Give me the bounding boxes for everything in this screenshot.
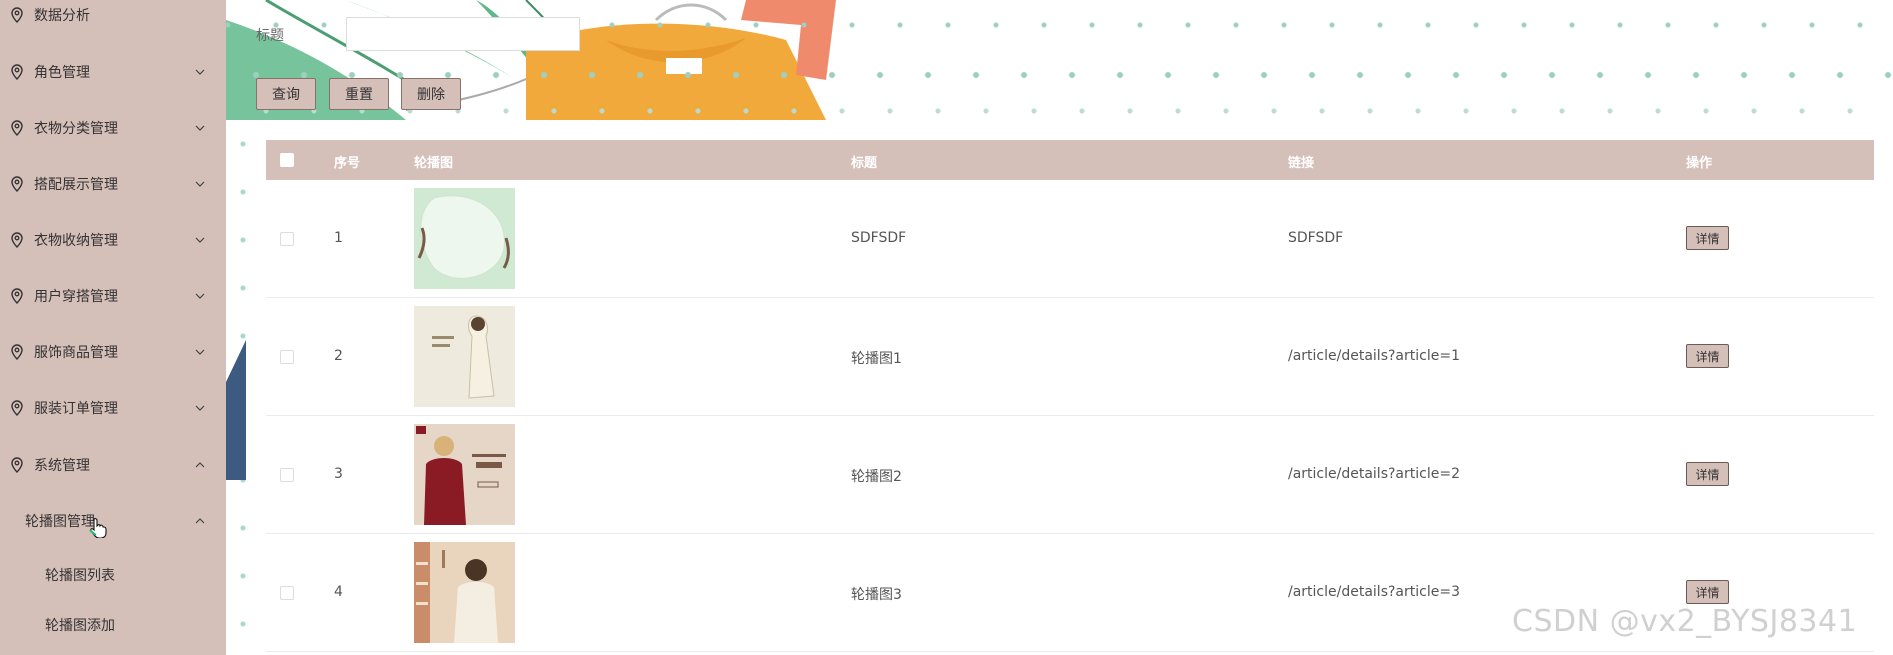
menu-item-label: 系统管理	[34, 458, 90, 474]
row-title: SDFSDF	[851, 230, 907, 246]
chevron-down-icon	[195, 293, 205, 299]
column-header-actions: 操作	[1686, 156, 1713, 171]
table-row: 2 轮播图1 /article/details?article=1 详情	[266, 298, 1874, 416]
delete-button[interactable]: 删除	[401, 78, 461, 110]
row-checkbox[interactable]	[280, 468, 294, 482]
decorative-denim	[226, 340, 246, 480]
chevron-down-icon	[195, 349, 205, 355]
chevron-down-icon	[195, 181, 205, 187]
subitem-label: 轮播图列表	[45, 568, 115, 584]
chevron-down-icon	[195, 69, 205, 75]
location-pin-icon	[11, 64, 23, 80]
column-header-index: 序号	[334, 156, 361, 171]
location-pin-icon	[11, 232, 23, 248]
row-link: /article/details?article=3	[1288, 584, 1460, 600]
row-link: /article/details?article=2	[1288, 466, 1460, 482]
chevron-down-icon	[195, 125, 205, 131]
menu-item-label: 数据分析	[34, 8, 90, 24]
detail-button[interactable]: 详情	[1686, 344, 1729, 368]
menu-item-label: 角色管理	[34, 65, 90, 81]
menu-item-data-analysis[interactable]: 数据分析	[0, 0, 226, 35]
menu-item-role-management[interactable]: 角色管理	[0, 52, 226, 92]
select-all-checkbox[interactable]	[280, 153, 294, 167]
row-checkbox[interactable]	[280, 586, 294, 600]
table-header: 序号 轮播图 标题 链接 操作	[266, 140, 1874, 180]
carousel-table: 序号 轮播图 标题 链接 操作 1 SDFSDF SDFSDF 详情 2 轮播图…	[266, 140, 1874, 652]
watermark: CSDN @vx2_BYSJ8341	[1512, 604, 1858, 639]
menu-item-clothing-storage[interactable]: 衣物收纳管理	[0, 220, 226, 260]
detail-button[interactable]: 详情	[1686, 226, 1729, 250]
location-pin-icon	[11, 120, 23, 136]
chevron-down-icon	[195, 405, 205, 411]
sidebar: 数据分析 角色管理 衣物分类管理 搭配展示管理 衣物收纳管理 用户穿搭管理 服饰…	[0, 0, 226, 655]
menu-item-label: 用户穿搭管理	[34, 289, 118, 305]
query-button[interactable]: 查询	[256, 78, 316, 110]
menu-item-label: 搭配展示管理	[34, 177, 118, 193]
pattern-dots	[226, 68, 1893, 82]
row-index: 1	[334, 230, 343, 246]
subitem-carousel-add[interactable]: 轮播图添加	[0, 605, 226, 645]
menu-item-clothing-category[interactable]: 衣物分类管理	[0, 108, 226, 148]
menu-item-outfit-display[interactable]: 搭配展示管理	[0, 164, 226, 204]
search-title-label: 标题	[256, 28, 284, 44]
row-index: 3	[334, 466, 343, 482]
row-link: SDFSDF	[1288, 230, 1344, 246]
row-index: 2	[334, 348, 343, 364]
menu-item-label: 衣物分类管理	[34, 121, 118, 137]
menu-item-user-outfits[interactable]: 用户穿搭管理	[0, 276, 226, 316]
detail-button[interactable]: 详情	[1686, 462, 1729, 486]
chevron-down-icon	[195, 237, 205, 243]
row-title: 轮播图1	[851, 351, 902, 367]
menu-item-label: 服装订单管理	[34, 401, 118, 417]
carousel-thumbnail	[414, 188, 515, 289]
subitem-carousel-list[interactable]: 轮播图列表	[0, 555, 226, 595]
menu-item-label: 服饰商品管理	[34, 345, 118, 361]
location-pin-icon	[11, 400, 23, 416]
column-header-image: 轮播图	[414, 156, 454, 171]
location-pin-icon	[11, 344, 23, 360]
menu-item-clothing-orders[interactable]: 服装订单管理	[0, 388, 226, 428]
table-row: 3 轮播图2 /article/details?article=2 详情	[266, 416, 1874, 534]
subitem-label: 轮播图添加	[45, 618, 115, 634]
carousel-thumbnail	[414, 424, 515, 525]
menu-item-apparel-products[interactable]: 服饰商品管理	[0, 332, 226, 372]
submenu-carousel-management[interactable]: 轮播图管理	[0, 501, 226, 541]
chevron-up-icon	[195, 462, 205, 468]
detail-button[interactable]: 详情	[1686, 580, 1729, 604]
row-title: 轮播图2	[851, 469, 902, 485]
location-pin-icon	[11, 457, 23, 473]
reset-button[interactable]: 重置	[329, 78, 389, 110]
location-pin-icon	[11, 288, 23, 304]
chevron-up-icon	[195, 518, 205, 524]
search-title-input[interactable]	[346, 17, 580, 51]
location-pin-icon	[11, 7, 23, 23]
row-checkbox[interactable]	[280, 232, 294, 246]
menu-item-label: 衣物收纳管理	[34, 233, 118, 249]
column-header-title: 标题	[851, 156, 878, 171]
submenu-label: 轮播图管理	[25, 514, 95, 530]
row-checkbox[interactable]	[280, 350, 294, 364]
pattern-dots	[226, 104, 1893, 118]
row-title: 轮播图3	[851, 587, 902, 603]
location-pin-icon	[11, 176, 23, 192]
carousel-thumbnail	[414, 542, 515, 643]
row-link: /article/details?article=1	[1288, 348, 1460, 364]
column-header-link: 链接	[1288, 156, 1315, 171]
menu-item-system-management[interactable]: 系统管理	[0, 445, 226, 485]
carousel-thumbnail	[414, 306, 515, 407]
table-row: 1 SDFSDF SDFSDF 详情	[266, 180, 1874, 298]
hand-pointer-cursor-icon	[89, 518, 107, 538]
row-index: 4	[334, 584, 343, 600]
